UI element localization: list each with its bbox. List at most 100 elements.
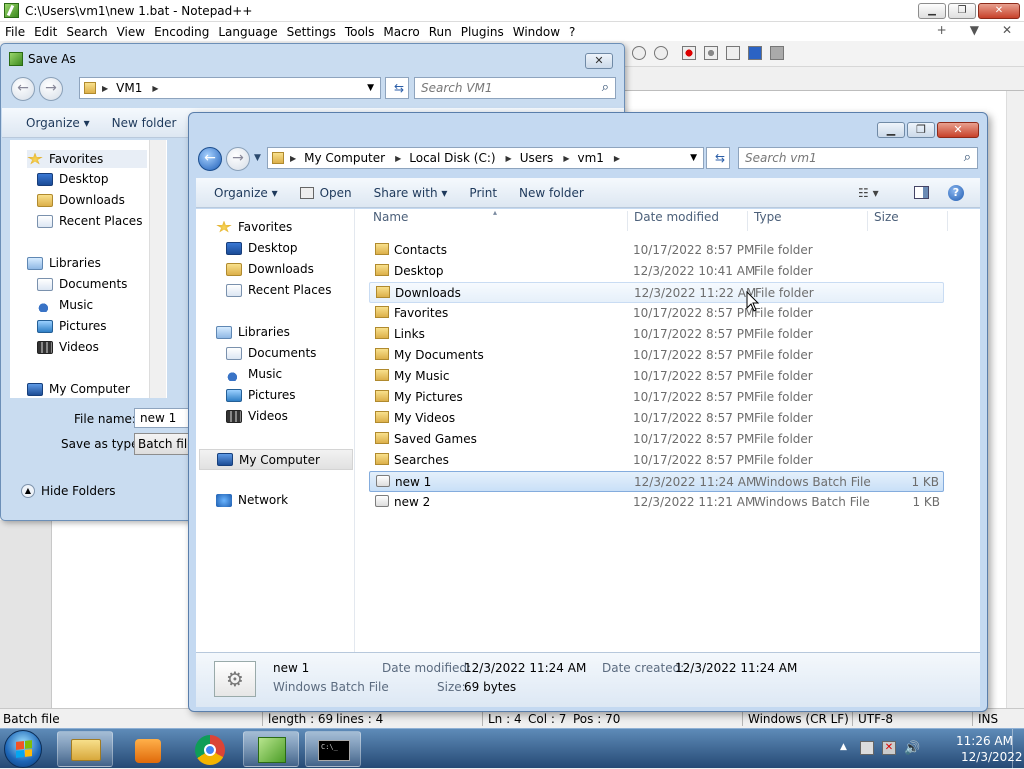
explorer-minimize-button[interactable]: ▁ [877, 122, 905, 138]
zoom-icon[interactable] [632, 46, 646, 60]
save-as-address-bar[interactable]: ▶ VM1 ▶ ▼ [79, 77, 381, 99]
explorer-forward-button[interactable]: → [226, 147, 250, 171]
record-macro-icon[interactable] [682, 46, 696, 60]
file-row[interactable]: Favorites 10/17/2022 8:57 PM File folder [369, 303, 944, 324]
start-button[interactable] [4, 730, 42, 768]
nav-music[interactable]: Music [226, 367, 282, 381]
file-row[interactable]: Links 10/17/2022 8:57 PM File folder [369, 324, 944, 345]
menu-tools[interactable]: Tools [340, 25, 379, 39]
save-as-search-input[interactable]: Search VM1 ⌕ [414, 77, 616, 99]
menu-language[interactable]: Language [213, 25, 281, 39]
view-options-icon[interactable]: ☷ ▾ [858, 186, 879, 200]
taskbar-notepadpp[interactable] [243, 731, 299, 767]
breadcrumb-vm1[interactable]: VM1 [116, 81, 142, 95]
volume-icon[interactable]: 🔊 [904, 741, 920, 756]
nav-pictures[interactable]: Pictures [226, 388, 296, 402]
file-name-input[interactable]: new 1 [134, 408, 194, 428]
file-row[interactable]: My Pictures 10/17/2022 8:57 PM File folder [369, 387, 944, 408]
column-name[interactable]: Name [373, 210, 408, 232]
menu-macro[interactable]: Macro [378, 25, 423, 39]
save-as-type-select[interactable]: Batch file [134, 433, 194, 455]
tab-list-icon[interactable]: ▼ [965, 23, 983, 37]
address-dropdown-icon[interactable]: ▼ [690, 153, 697, 163]
file-row[interactable]: My Videos 10/17/2022 8:57 PM File folder [369, 408, 944, 429]
nav-my-computer[interactable]: My Computer [199, 449, 353, 470]
file-row[interactable]: Searches 10/17/2022 8:57 PM File folder [369, 450, 944, 471]
minimize-button[interactable]: ▁ [918, 3, 946, 19]
open-button[interactable]: Open [289, 186, 363, 200]
nav-favorites[interactable]: Favorites [216, 220, 292, 234]
nav-downloads[interactable]: Downloads [226, 262, 314, 276]
save-macro-icon[interactable] [770, 46, 784, 60]
menu-edit[interactable]: Edit [29, 25, 61, 39]
breadcrumb-local-disk[interactable]: Local Disk (C:) [409, 151, 495, 165]
taskbar-explorer[interactable] [57, 731, 113, 767]
action-center-icon[interactable] [860, 741, 874, 755]
stop-macro-icon[interactable] [704, 46, 718, 60]
file-row[interactable]: My Documents 10/17/2022 8:57 PM File folde… [369, 345, 944, 366]
explorer-address-bar[interactable]: ▶ My Computer ▶ Local Disk (C:) ▶ Users … [267, 147, 704, 169]
show-desktop-button[interactable] [1012, 729, 1024, 769]
explorer-maximize-button[interactable]: ❐ [907, 122, 935, 138]
close-button[interactable]: ✕ [978, 3, 1020, 19]
taskbar-media-player[interactable] [119, 731, 175, 767]
nav-recent-places[interactable]: Recent Places [37, 214, 142, 228]
taskbar-cmd[interactable]: C:\_ [305, 731, 361, 767]
nav-recent-places[interactable]: Recent Places [226, 283, 331, 297]
nav-pictures[interactable]: Pictures [37, 319, 107, 333]
breadcrumb-users[interactable]: Users [520, 151, 554, 165]
nav-libraries[interactable]: Libraries [27, 256, 101, 270]
nav-desktop[interactable]: Desktop [37, 172, 109, 186]
menu-encoding[interactable]: Encoding [149, 25, 213, 39]
explorer-back-button[interactable]: ← [198, 147, 222, 171]
show-hidden-icons[interactable]: ▲ [840, 742, 847, 752]
forward-button[interactable]: → [39, 77, 63, 101]
nav-favorites[interactable]: Favorites [27, 150, 147, 168]
run-macro-multiple-icon[interactable] [748, 46, 762, 60]
editor-scrollbar[interactable] [1006, 91, 1024, 708]
help-icon[interactable]: ? [948, 184, 964, 201]
file-row[interactable]: My Music 10/17/2022 8:57 PM File folder [369, 366, 944, 387]
file-row[interactable]: Contacts 10/17/2022 8:57 PM File folder [369, 240, 944, 261]
menu-plugins[interactable]: Plugins [456, 25, 508, 39]
clock-time[interactable]: 11:26 AM [956, 734, 1013, 748]
organize-button[interactable]: Organize ▾ [2, 116, 101, 130]
menu-file[interactable]: File [0, 25, 29, 39]
back-button[interactable]: ← [11, 77, 35, 101]
column-size[interactable]: Size [874, 210, 899, 232]
recent-pages-icon[interactable]: ▼ [254, 153, 261, 163]
new-folder-button[interactable]: New folder [101, 116, 188, 130]
hide-folders-button[interactable]: ▲ Hide Folders [21, 484, 116, 498]
file-row[interactable]: Desktop 12/3/2022 10:41 AM File folder [369, 261, 944, 282]
nav-videos[interactable]: Videos [226, 409, 288, 423]
menu-help[interactable]: ? [564, 25, 579, 39]
maximize-button[interactable]: ❐ [948, 3, 976, 19]
preview-pane-icon[interactable] [914, 186, 929, 199]
file-row[interactable]: new 1 12/3/2022 11:24 AM Windows Batch Fil… [369, 471, 944, 492]
nav-my-computer[interactable]: My Computer [27, 382, 130, 396]
taskbar-chrome[interactable] [181, 731, 237, 767]
menu-settings[interactable]: Settings [282, 25, 340, 39]
nav-videos[interactable]: Videos [37, 340, 99, 354]
nav-downloads[interactable]: Downloads [37, 193, 125, 207]
nav-network[interactable]: Network [216, 493, 288, 507]
share-with-button[interactable]: Share with ▾ [363, 186, 459, 200]
menu-run[interactable]: Run [424, 25, 456, 39]
eye-icon[interactable] [654, 46, 668, 60]
column-type[interactable]: Type [754, 210, 782, 232]
address-dropdown-icon[interactable]: ▼ [367, 83, 374, 93]
nav-libraries[interactable]: Libraries [216, 325, 290, 339]
explorer-close-button[interactable]: ✕ [937, 122, 979, 138]
nav-documents[interactable]: Documents [37, 277, 127, 291]
refresh-icon[interactable]: ⇆ [385, 77, 409, 99]
save-as-close-button[interactable]: ✕ [585, 53, 613, 69]
file-row[interactable]: Saved Games 10/17/2022 8:57 PM File folder [369, 429, 944, 450]
close-doc-icon[interactable]: ✕ [997, 23, 1016, 37]
file-row[interactable]: new 2 12/3/2022 11:21 AM Windows Batch Fil… [369, 492, 944, 513]
new-tab-icon[interactable]: + [932, 23, 951, 37]
new-folder-button[interactable]: New folder [508, 186, 595, 200]
nav-music[interactable]: Music [37, 298, 93, 312]
network-status-icon[interactable]: ✕ [882, 741, 896, 755]
menu-window[interactable]: Window [508, 25, 564, 39]
nav-desktop[interactable]: Desktop [226, 241, 298, 255]
